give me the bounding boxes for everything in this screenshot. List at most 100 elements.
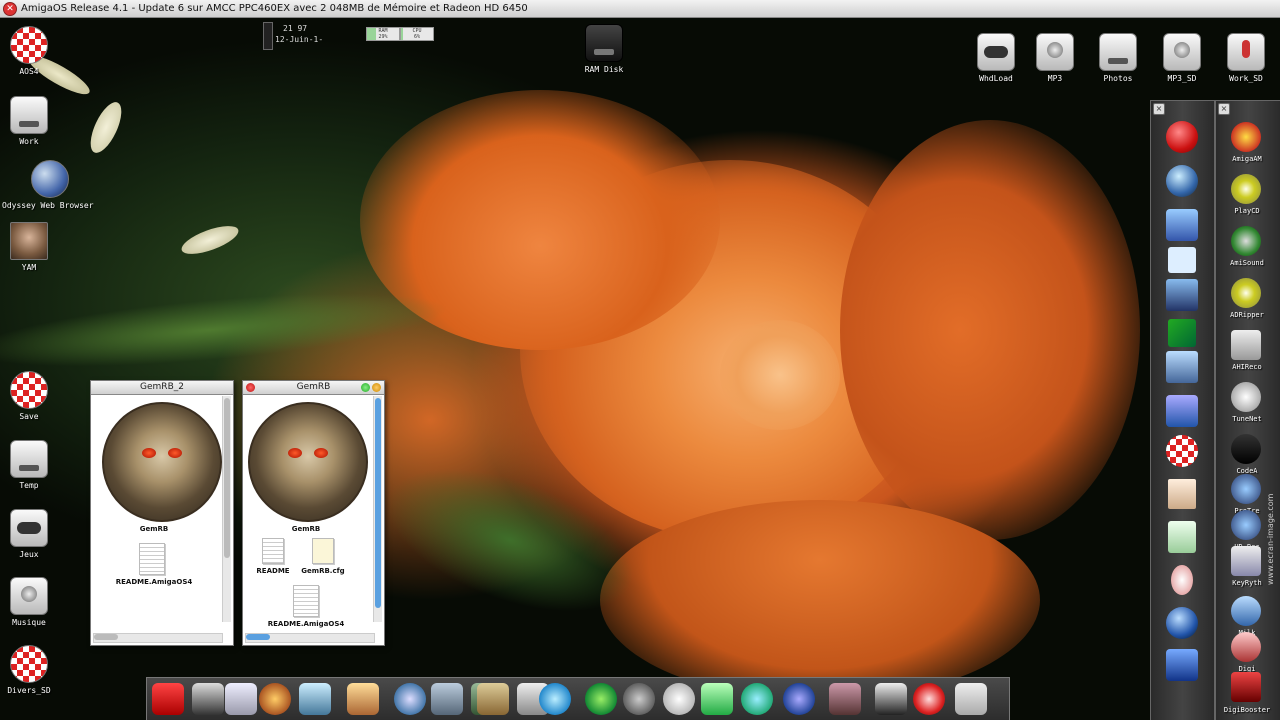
- window-gemrb-2[interactable]: GemRB_2 GemRB README.AmigaOS4: [90, 380, 234, 646]
- dock-item-cd-icon[interactable]: [663, 683, 695, 715]
- dock-item-cycle-icon[interactable]: [741, 683, 773, 715]
- portrait-icon: [10, 222, 48, 260]
- desktop-icon-save[interactable]: Save: [0, 371, 67, 421]
- close-window-icon[interactable]: [1168, 247, 1196, 273]
- desktop-icon-temp[interactable]: Temp: [0, 440, 67, 490]
- cpu-value: 6%: [413, 34, 421, 40]
- app-icon-digi[interactable]: [1231, 632, 1261, 662]
- close-button[interactable]: [246, 383, 255, 392]
- app-icon-codea[interactable]: [1231, 434, 1261, 464]
- window-title-bar[interactable]: GemRB: [243, 381, 384, 395]
- bud: [178, 220, 242, 260]
- document-icon: [293, 585, 319, 617]
- app-icon-playcd[interactable]: [1231, 174, 1261, 204]
- close-icon[interactable]: ×: [1218, 103, 1230, 115]
- drive-blue-icon[interactable]: [1166, 649, 1198, 681]
- readme-item[interactable]: README: [253, 538, 293, 575]
- network-icon[interactable]: [1168, 319, 1196, 347]
- amiga-monitor-icon[interactable]: [1166, 279, 1198, 311]
- vertical-dock-system[interactable]: ×: [1150, 100, 1215, 720]
- dock-item-browser-icon[interactable]: [225, 683, 257, 715]
- monitor-icon[interactable]: [1166, 351, 1198, 383]
- dock-item-refresh-icon[interactable]: [539, 683, 571, 715]
- bud: [84, 97, 128, 158]
- apple-icon[interactable]: [1166, 607, 1198, 639]
- app-icon-amisound[interactable]: [1231, 226, 1261, 256]
- amiga-ball-icon[interactable]: [1166, 435, 1198, 467]
- bottom-dock[interactable]: [146, 677, 1010, 720]
- clock-widget[interactable]: [263, 22, 273, 50]
- archive-icon[interactable]: [1168, 479, 1196, 509]
- app-icon-milk[interactable]: [1231, 596, 1261, 626]
- app-icon-amigaam[interactable]: [1231, 122, 1261, 152]
- desktop[interactable]: ✕ AmigaOS Release 4.1 - Update 6 sur AMC…: [0, 0, 1280, 720]
- app-icon-ahireco[interactable]: [1231, 330, 1261, 360]
- window-title: GemRB: [296, 382, 331, 392]
- dock-item-mplayer-icon[interactable]: [192, 683, 224, 715]
- hard-disk-icon: [1099, 33, 1137, 71]
- desktop-icon-work-sd[interactable]: Work_SD: [1208, 33, 1280, 83]
- dock-item-shift-icon[interactable]: [701, 683, 733, 715]
- dock-item-youtube-icon[interactable]: [152, 683, 184, 715]
- horizontal-scrollbar[interactable]: [245, 633, 375, 643]
- window-title-bar[interactable]: GemRB_2: [91, 381, 233, 395]
- desktop-icon-musique[interactable]: Musique: [0, 577, 67, 627]
- dock-item-uae-icon[interactable]: [875, 683, 907, 715]
- eject-icon[interactable]: [1166, 165, 1198, 197]
- close-icon[interactable]: ✕: [3, 1, 17, 16]
- hard-disk-icon: [10, 440, 48, 478]
- delta-icon[interactable]: [1166, 395, 1198, 427]
- app-icon-tunenet[interactable]: [1231, 382, 1261, 412]
- icon-label: GemRB: [139, 525, 169, 533]
- dock-item-sun-icon[interactable]: [913, 683, 945, 715]
- microphone-icon: [1227, 33, 1265, 71]
- zoom-button[interactable]: [361, 383, 370, 392]
- dock-item-mplayer-icon[interactable]: [259, 683, 291, 715]
- dock-item-drive-icon[interactable]: [955, 683, 987, 715]
- app-icon-label: ADRipper: [1230, 311, 1264, 319]
- desktop-icon-yam[interactable]: YAM: [0, 222, 67, 272]
- close-icon[interactable]: ×: [1153, 103, 1165, 115]
- desktop-icon-jeux[interactable]: Jeux: [0, 509, 67, 559]
- dock-item-download-icon[interactable]: [477, 683, 509, 715]
- desktop-icon-work[interactable]: Work: [0, 96, 67, 146]
- dock-item-photo-icon[interactable]: [829, 683, 861, 715]
- iconify-button[interactable]: [372, 383, 381, 392]
- desktop-icon-divers-sd[interactable]: Divers_SD: [0, 645, 67, 695]
- window-title: GemRB_2: [140, 382, 184, 392]
- readme-amigaos4-item[interactable]: README.AmigaOS4: [258, 585, 354, 628]
- dock-item-gime-icon[interactable]: [347, 683, 379, 715]
- gemrb-skull-icon[interactable]: [248, 402, 368, 522]
- vertical-scrollbar[interactable]: [222, 396, 231, 622]
- desktop-icon-ram-disk[interactable]: RAM Disk: [566, 24, 642, 74]
- app-icon-hd-rec[interactable]: [1231, 510, 1261, 540]
- screen-title-bar[interactable]: ✕ AmigaOS Release 4.1 - Update 6 sur AMC…: [0, 0, 1280, 18]
- dock-item-shell-icon[interactable]: [299, 683, 331, 715]
- app-icon-digibooster[interactable]: [1231, 672, 1261, 702]
- document-icon[interactable]: [139, 543, 165, 575]
- desktop-icon-aos4[interactable]: AOS4: [0, 26, 67, 76]
- drive-icon[interactable]: [1166, 209, 1198, 241]
- app-icon-protre[interactable]: [1231, 474, 1261, 504]
- gemrb-cfg-item[interactable]: GemRB.cfg: [295, 538, 351, 575]
- boing-ball-icon: [10, 26, 48, 64]
- vertical-scrollbar[interactable]: [373, 396, 382, 622]
- icon-label: AOS4: [19, 67, 39, 76]
- power-icon[interactable]: [1166, 121, 1198, 153]
- icon-label: Work: [19, 137, 39, 146]
- dock-item-shell-icon[interactable]: [394, 683, 426, 715]
- ram-disk-icon: [585, 24, 623, 62]
- app-icon-adripper[interactable]: [1231, 278, 1261, 308]
- dock-item-globe-icon[interactable]: [783, 683, 815, 715]
- window-gemrb[interactable]: GemRB GemRB README GemRB.cfg README.Amig…: [242, 380, 385, 646]
- dock-item-record-icon[interactable]: [623, 683, 655, 715]
- calculator-icon[interactable]: [1168, 521, 1196, 553]
- dock-item-pdf-icon[interactable]: [585, 683, 617, 715]
- sound-icon[interactable]: [1171, 565, 1193, 595]
- desktop-icon-odyssey[interactable]: Odyssey Web Browser: [2, 160, 94, 210]
- app-icon-keyryth[interactable]: [1231, 546, 1261, 576]
- dock-item-archive-icon[interactable]: [431, 683, 463, 715]
- horizontal-scrollbar[interactable]: [93, 633, 223, 643]
- gemrb-skull-icon[interactable]: [102, 402, 222, 522]
- icon-label: RAM Disk: [584, 65, 624, 74]
